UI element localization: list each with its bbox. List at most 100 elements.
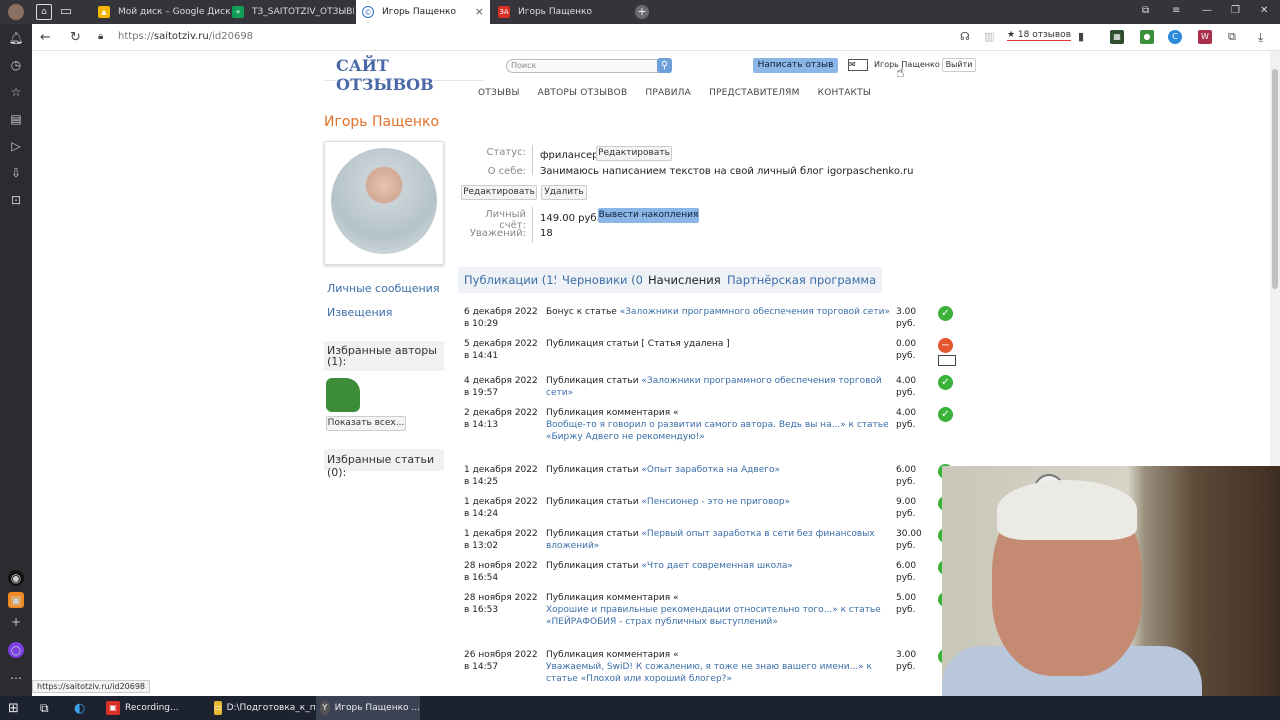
tab-accruals[interactable]: Начисления: [642,267,731,293]
back-icon[interactable]: ← [40,30,51,45]
downloads-icon[interactable]: ⇩ [8,165,24,181]
comment-link[interactable]: Вообще-то я говорил о развитии самого ав… [546,420,889,442]
bookmark-icon[interactable]: ▮ [1078,30,1084,43]
history-icon[interactable]: ◷ [8,57,24,73]
private-messages-link[interactable]: Личные сообщения [327,282,439,295]
shield-extension-icon[interactable]: ● [1140,30,1154,44]
minimize-icon[interactable]: — [1202,5,1212,16]
profile-avatar-icon[interactable] [8,4,24,20]
profile-photo [331,148,437,254]
more-icon[interactable]: ⋯ [8,670,24,686]
close-window-icon[interactable]: ✕ [1260,5,1268,16]
c-extension-icon[interactable]: C [1168,30,1182,44]
reader-icon[interactable]: ▥ [984,30,994,43]
headphones-icon[interactable]: ☊ [960,30,970,43]
write-review-button[interactable]: Написать отзыв [753,58,838,73]
divider [532,145,533,175]
tab-saitotziv-active[interactable]: © Игорь Пащенко × [356,0,490,24]
logout-button[interactable]: Выйти [942,58,976,72]
download-icon[interactable]: ⤓ [1258,30,1263,45]
tab-publications[interactable]: Публикации (15) [458,267,572,293]
nav-representatives[interactable]: ПРЕДСТАВИТЕЛЯМ [709,88,800,98]
page-title: Игорь Пащенко [324,114,440,130]
site-nav: ОТЗЫВЫ АВТОРЫ ОТЗЫВОВ ПРАВИЛА ПРЕДСТАВИТ… [478,88,886,98]
app-icon[interactable]: ▣ [8,592,24,608]
bell-icon[interactable]: 🔔︎ [8,30,24,46]
show-all-button[interactable]: Показать всех... [326,416,406,431]
play-icon[interactable]: ▷ [8,138,24,154]
comment-link[interactable]: Уважаемый, SwiD! К сожалению, я тоже не … [546,662,872,684]
fav-author-avatar[interactable] [326,378,360,412]
za-icon: ЗА [498,6,510,18]
tab-drafts[interactable]: Черновики (0) [556,267,654,293]
menu-icon[interactable]: ≡ [1172,5,1180,16]
search-icon[interactable]: ⚲ [657,58,672,73]
about-label: О себе: [487,166,526,177]
home-icon[interactable]: ⌂ [36,4,52,20]
row-sum: 3.00 руб. [896,650,917,672]
mail-icon[interactable]: ✉ [848,59,868,71]
task-view-icon[interactable]: ⧉ [40,696,49,720]
extension-icon[interactable]: ▦ [1110,30,1124,44]
url-field[interactable]: https://saitotziv.ru/id20698 [118,31,253,42]
nav-rules[interactable]: ПРАВИЛА [645,88,691,98]
site-logo[interactable]: САЙТ ОТЗЫВОВ [324,55,484,94]
search-input[interactable]: Поиск [506,59,672,73]
article-link[interactable]: «Пенсионер - это не приговор» [641,497,790,507]
lock-icon[interactable]: 🔒︎ [98,31,103,42]
user-name-link[interactable]: Игорь Пащенко [874,60,940,69]
avatar [324,141,444,265]
music-icon[interactable]: ◉ [8,570,24,586]
tab-partner-program[interactable]: Партнёрская программа [721,267,883,293]
nav-reviews[interactable]: ОТЗЫВЫ [478,88,520,98]
star-icon[interactable]: ☆ [8,84,24,100]
translate-icon[interactable]: ⧉ [1228,30,1236,44]
tab-manager-icon[interactable]: ▭ [58,4,74,20]
row-date: 6 декабря 2022 в 10:29 [464,307,538,329]
recording-icon: ▣ [106,701,120,715]
edit-profile-button[interactable]: Редактировать [461,185,537,200]
tab-label: ТЗ_SAITOTZIV_ОТЗЫВЫ_0 [252,7,354,17]
collections-icon[interactable]: ⧉ [1142,5,1149,16]
new-tab-button[interactable]: + [635,5,649,19]
edit-status-button[interactable]: Редактировать [596,146,672,161]
article-link[interactable]: «Заложники программного обеспечения торг… [620,307,890,317]
edge-icon[interactable]: ◐ [74,696,85,720]
row-date: 28 ноября 2022 в 16:53 [464,593,538,615]
scrollbar-thumb[interactable] [1272,69,1278,289]
reviews-badge[interactable]: ★ 18 отзывов [1007,30,1071,41]
delete-profile-button[interactable]: Удалить [541,185,587,200]
respect-label: Уважений: [469,228,526,239]
w-extension-icon[interactable]: W [1198,30,1212,44]
row-description: Публикация комментария «Хорошие и правил… [546,593,881,627]
account-value: 149.00 руб. [540,213,600,224]
screenshot-icon[interactable]: ⊡ [8,192,24,208]
taskbar-browser[interactable]: Y Игорь Пащенко ... [316,696,420,720]
close-tab-icon[interactable]: × [475,5,484,18]
browser-tab-bar: ⌂ ▭ ▲ Мой диск – Google Диск + ТЗ_SAITOT… [0,0,1280,24]
add-panel-icon[interactable]: + [8,614,24,630]
windows-start-icon[interactable]: ⊞ [8,696,19,720]
folder-icon: ▭ [214,701,222,715]
taskbar-explorer[interactable]: ▭ D:\Подготовка_к_п... [210,696,324,720]
maximize-icon[interactable]: ❐ [1231,5,1240,16]
notices-link[interactable]: Извещения [327,306,392,319]
row-description: Публикация статьи «Опыт заработка на Адв… [546,465,780,475]
taskbar-recording[interactable]: ▣ Recording... [102,696,206,720]
tab-spreadsheet[interactable]: + ТЗ_SAITOTZIV_ОТЗЫВЫ_0 [226,0,354,24]
article-link[interactable]: «Что дает современная школа» [641,561,793,571]
status-value: фрилансер [540,150,599,161]
mail-icon[interactable] [938,355,956,366]
tab-label: Игорь Пащенко [518,7,592,17]
notes-icon[interactable]: ▤ [8,111,24,127]
nav-contacts[interactable]: КОНТАКТЫ [818,88,871,98]
reload-icon[interactable]: ↻ [70,30,81,45]
alice-icon[interactable]: ○ [8,642,24,658]
nav-authors[interactable]: АВТОРЫ ОТЗЫВОВ [538,88,628,98]
tab-saitotziv-2[interactable]: ЗА Игорь Пащенко [492,0,626,24]
comment-link[interactable]: Хорошие и правильные рекомендации относи… [546,605,881,627]
article-link[interactable]: «Опыт заработка на Адвего» [641,465,780,475]
status-bar-url: https://saitotziv.ru/id20698 [32,680,151,693]
divider [532,207,533,243]
withdraw-button[interactable]: Вывести накопления [598,208,699,223]
